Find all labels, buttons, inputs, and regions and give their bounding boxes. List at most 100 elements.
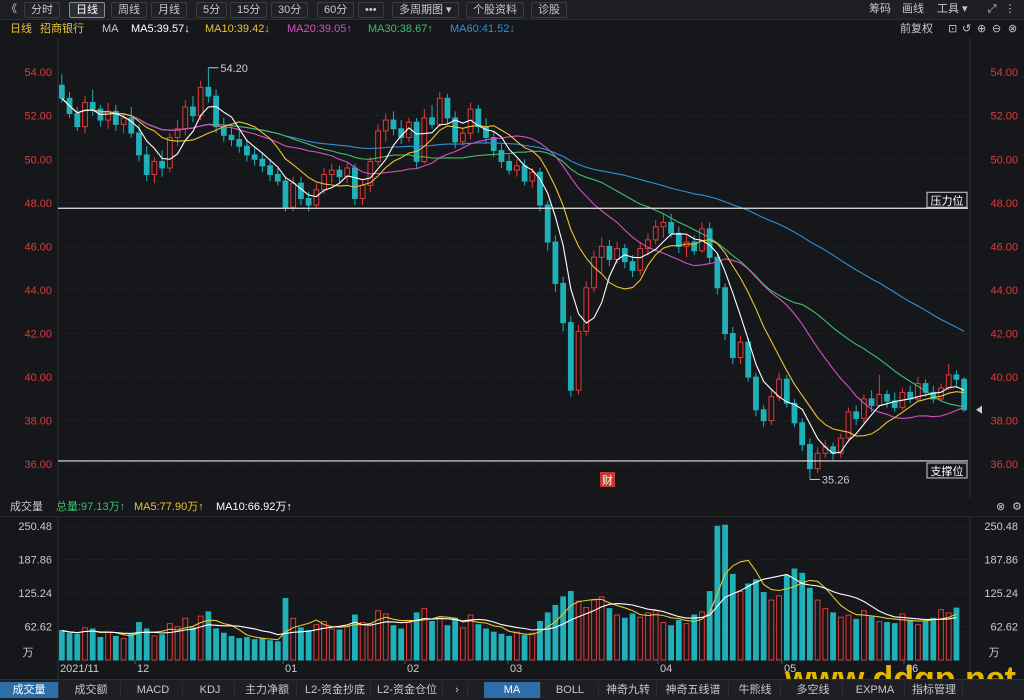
volume-unit-left: 万 [23,647,34,659]
overlay-tab-3[interactable]: 神奇五线谱 [658,682,729,698]
volume-bar [274,641,281,661]
volume-bar [405,622,412,661]
volume-bar [436,616,443,661]
volume-bar [621,617,628,661]
candle-body [274,174,281,182]
volume-bar [660,622,667,661]
volume-bar [220,632,227,661]
x-tick-label: 04 [660,663,672,675]
close-icon[interactable]: ⊗ [1008,20,1017,38]
period-button-8[interactable]: ••• [358,2,384,18]
period-button-10[interactable]: 个股资料 [466,2,524,18]
volume-bar [105,631,112,661]
lock-icon[interactable]: ⊡ [948,20,957,38]
period-button-7[interactable]: 60分 [317,2,355,18]
x-tick-label: 01 [285,663,297,675]
tabs-next-icon[interactable]: › [447,682,468,698]
volume-chart[interactable]: 250.48 250.48 187.86 187.86 125.24 125.24 62.6… [0,516,1024,679]
price-tick-left: 48.00 [24,198,52,210]
volume-bar [884,622,890,661]
candle-body [876,394,883,406]
price-chart[interactable]: 54.00 54.00 52.00 52.00 50.00 50.00 48.00 48.00… [0,38,1024,498]
volume-bar [776,595,782,661]
overlay-tab-7[interactable]: 指标管理 [906,682,963,698]
volume-bar [606,608,613,661]
volume-bar [938,609,944,661]
overlay-tab-1[interactable]: BOLL [542,682,599,698]
volume-bar [637,616,644,661]
period-button-11[interactable]: 诊股 [531,2,567,18]
period-button-4[interactable]: 5分 [196,2,228,18]
volume-settings-icon[interactable]: ⚙ [1012,498,1022,516]
volume-tick-left: 62.62 [24,622,52,634]
indicator-tab-2[interactable]: MACD [124,682,183,698]
indicator-tab-4[interactable]: 主力净额 [238,682,297,698]
price-tick-left: 40.00 [24,372,52,384]
expand-icon[interactable]: ⤢ [986,3,998,15]
draw-line-button[interactable]: 画线 [902,2,924,16]
candle-body [190,106,196,117]
volume-close-icon[interactable]: ⊗ [996,498,1005,516]
candle-body [783,378,790,404]
volume-bar [290,617,297,661]
candle-body [513,165,520,171]
indicator-tab-1[interactable]: 成交额 [62,682,121,698]
volume-ma5: MA5:77.90万↑ [134,501,204,513]
volume-bar [459,627,466,661]
volume-bar [336,629,343,661]
pressure-label: 压力位 [931,193,964,207]
overlay-tab-4[interactable]: 牛熊线 [730,682,781,698]
volume-bar [760,592,767,661]
volume-bar [58,630,65,661]
period-button-3[interactable]: 月线 [151,2,187,18]
zoom-in-icon[interactable]: ⊕ [977,20,986,38]
volume-bar [467,614,474,661]
indicator-tab-0[interactable]: 成交量 [0,682,59,698]
zoom-out-icon[interactable]: ⊖ [992,20,1001,38]
period-button-9[interactable]: 多周期图 ▾ [392,2,459,18]
support-label: 支撑位 [931,464,964,478]
undo-icon[interactable]: ↺ [962,20,971,38]
indicator-tab-5[interactable]: L2-资金抄底 [300,682,371,698]
candle-body [421,117,428,162]
indicator-tabbar: 成交量 成交额 MACD KDJ 主力净额 L2-资金抄底 L2-资金仓位 › MA BOLL… [0,679,1024,700]
period-button-1[interactable]: 日线 [69,2,105,18]
candle-body [506,160,513,171]
overlay-tab-5[interactable]: 多空线 [784,682,843,698]
adjust-mode[interactable]: 前复权 [900,20,933,38]
volume-bar [97,637,104,661]
candle-body [606,245,613,260]
period-button-2[interactable]: 周线 [111,2,147,18]
volume-unit-right: 万 [989,647,1000,659]
volume-bar [390,625,397,661]
ma60-line [61,97,965,332]
candle-body [105,110,112,121]
period-button-5[interactable]: 15分 [230,2,268,18]
candle-body [390,119,397,130]
indicator-name[interactable]: MA [102,20,119,38]
volume-bar [899,613,906,661]
candle-body [753,376,759,411]
ma60-value: MA60:41.52↓ [450,23,515,35]
candle-body [552,241,559,284]
indicator-tab-6[interactable]: L2-资金仓位 [372,682,443,698]
more-icon[interactable]: ⋮ [1004,3,1016,15]
candle-body [352,167,358,199]
volume-legend: 成交量 总量:97.13万↑ MA5:77.90万↑ MA10:66.92万↑ … [0,498,1024,516]
period-button-0[interactable]: 分时 [24,2,60,18]
period-button-6[interactable]: 30分 [271,2,309,18]
indicator-tab-3[interactable]: KDJ [186,682,235,698]
volume-bar [552,604,559,661]
low-value: 35.26 [822,474,850,486]
overlay-tab-2[interactable]: 神奇九转 [600,682,657,698]
overlay-tab-6[interactable]: EXPMA [846,682,905,698]
volume-bar [151,635,158,661]
candle-body [575,330,582,391]
volume-bar [143,628,150,661]
overlay-tab-0[interactable]: MA [484,682,541,698]
candle-body [58,84,65,99]
volume-bar [583,607,590,661]
tools-dropdown[interactable]: 工具 ▾ [937,2,968,16]
collapse-icon[interactable]: 《 [6,2,17,16]
chip-distribution-button[interactable]: 筹码 [869,2,891,16]
